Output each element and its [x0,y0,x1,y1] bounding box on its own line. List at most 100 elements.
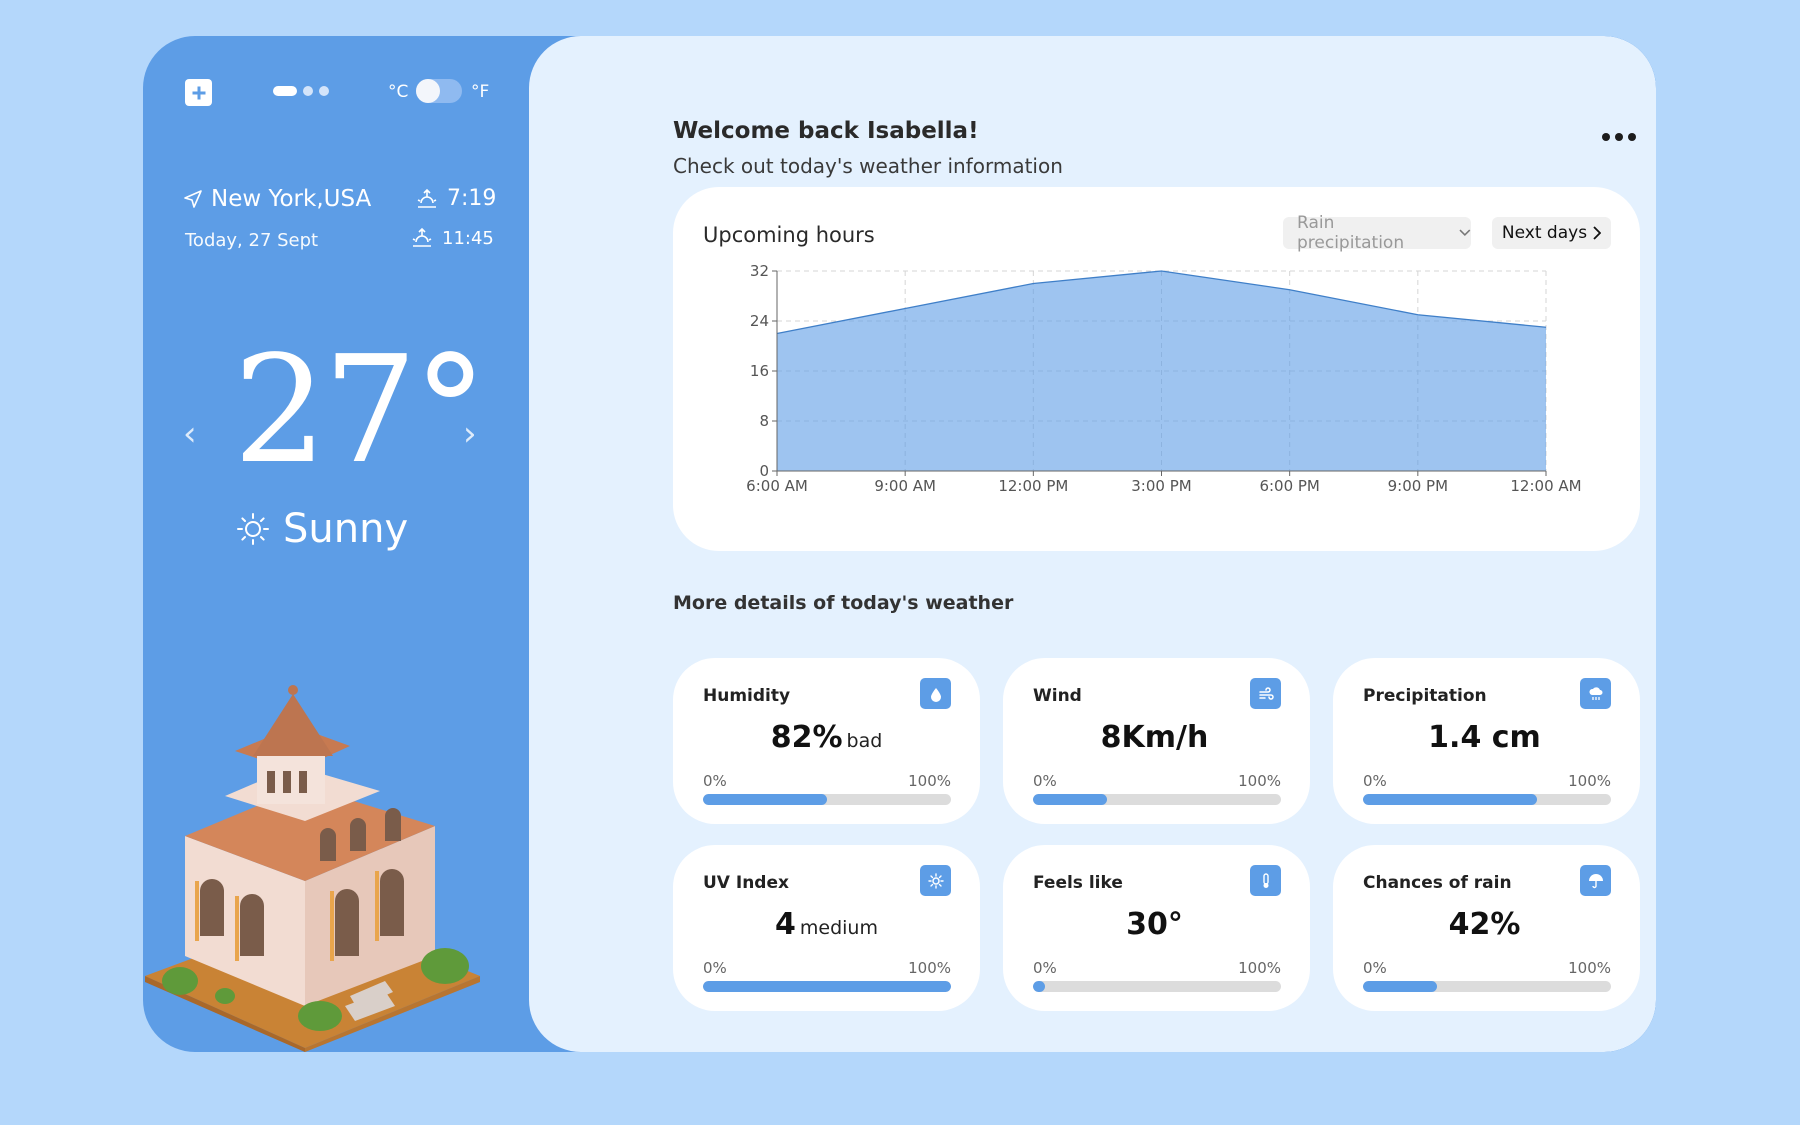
detail-card[interactable]: Chances of rain 42% 0% 100% [1333,845,1640,1011]
card-max-label: 100% [908,772,951,790]
details-title: More details of today's weather [673,592,1014,614]
sunset-icon [412,227,432,247]
sunset-time: 11:45 [442,227,494,249]
sunrise: 7:19 [415,186,496,211]
card-title: Chances of rain [1363,873,1512,893]
wind-icon [1250,678,1281,709]
page-dot-active[interactable] [273,86,297,96]
card-value-number: 1.4 cm [1428,720,1541,755]
detail-card[interactable]: Humidity 82% bad 0% 100% [673,658,980,824]
main-panel: Welcome back Isabella! Check out today's… [529,36,1656,1052]
card-progress-bar [1033,794,1281,805]
y-tick-label: 32 [750,262,769,280]
droplet-icon [920,678,951,709]
detail-card[interactable]: UV Index 4 medium 0% 100% [673,845,980,1011]
weather-app: °C °F New York,USA Today, 27 Sept 7:19 1… [143,36,1656,1052]
location-arrow-icon [184,190,202,208]
card-title: Precipitation [1363,686,1487,706]
previous-day-arrow-icon[interactable]: ‹ [183,414,197,454]
card-min-label: 0% [703,959,727,977]
card-title: Wind [1033,686,1082,706]
detail-card[interactable]: Feels like 30° 0% 100% [1003,845,1310,1011]
page-dot[interactable] [303,86,313,96]
sunrise-time: 7:19 [447,186,497,211]
fahrenheit-label: °F [471,82,490,102]
umbrella-icon [1580,865,1611,896]
card-min-label: 0% [1033,772,1057,790]
card-value: 30° [1003,907,1310,942]
add-location-button[interactable] [185,79,212,106]
card-max-label: 100% [1238,959,1281,977]
card-min-label: 0% [703,772,727,790]
card-value-number: 4 [775,907,796,942]
sunset: 11:45 [410,227,494,249]
card-title: Humidity [703,686,791,706]
card-max-label: 100% [908,959,951,977]
card-progress-fill [1363,981,1438,992]
weather-condition: Sunny [235,506,408,552]
current-temperature: 27° [233,324,487,496]
more-options-icon[interactable] [1602,133,1636,141]
location-label: New York,USA [211,186,372,212]
x-tick-label: 12:00 PM [998,477,1068,495]
x-tick-label: 9:00 PM [1388,477,1448,495]
y-tick-label: 16 [750,362,769,380]
sun-icon [920,865,951,896]
x-tick-label: 9:00 AM [874,477,936,495]
sidebar: °C °F New York,USA Today, 27 Sept 7:19 1… [143,36,543,1052]
card-value-suffix: bad [846,730,883,752]
page-indicator[interactable] [273,86,329,96]
card-value-number: 42% [1448,907,1521,942]
card-value: 42% [1333,907,1640,942]
card-value-number: 30° [1126,907,1183,942]
card-value-number: 82% [770,720,843,755]
condition-label: Sunny [283,506,409,552]
card-value: 1.4 cm [1333,720,1640,755]
card-value-number: 8Km/h [1100,720,1209,755]
card-progress-bar [1033,981,1281,992]
card-max-label: 100% [1568,959,1611,977]
x-tick-label: 6:00 PM [1259,477,1319,495]
house-illustration [145,685,480,1052]
card-value: 4 medium [673,907,980,942]
y-tick-label: 24 [750,312,769,330]
date-label: Today, 27 Sept [185,230,319,251]
x-tick-label: 6:00 AM [746,477,808,495]
location[interactable]: New York,USA [183,186,371,212]
card-title: Feels like [1033,873,1123,893]
sunrise-icon [417,188,437,208]
upcoming-hours-card: Upcoming hours Rain precipitation Next d… [673,187,1640,551]
y-tick-label: 8 [759,412,769,430]
card-max-label: 100% [1568,772,1611,790]
card-max-label: 100% [1238,772,1281,790]
card-progress-fill [703,981,951,992]
card-progress-bar [1363,981,1611,992]
card-progress-fill [1033,794,1108,805]
card-progress-bar [703,794,951,805]
detail-card[interactable]: Wind 8Km/h 0% 100% [1003,658,1310,824]
page-dot[interactable] [319,86,329,96]
card-progress-bar [703,981,951,992]
sun-icon [237,513,269,545]
greeting-title: Welcome back Isabella! [673,118,979,144]
card-value: 82% bad [673,720,980,755]
toggle-knob [416,79,440,103]
celsius-label: °C [388,82,409,102]
thermometer-icon [1250,865,1281,896]
card-progress-fill [1363,794,1537,805]
card-min-label: 0% [1363,772,1387,790]
card-title: UV Index [703,873,789,893]
unit-toggle[interactable] [416,79,462,103]
greeting-subtitle: Check out today's weather information [673,154,1063,178]
series-area [777,271,1546,471]
card-min-label: 0% [1363,959,1387,977]
x-tick-label: 3:00 PM [1131,477,1191,495]
card-min-label: 0% [1033,959,1057,977]
x-tick-label: 12:00 AM [1510,477,1581,495]
detail-card[interactable]: Precipitation 1.4 cm 0% 100% [1333,658,1640,824]
card-progress-fill [703,794,827,805]
cloud-rain-icon [1580,678,1611,709]
card-value: 8Km/h [1003,720,1310,755]
next-day-arrow-icon[interactable]: › [463,414,477,454]
precipitation-chart: 081624326:00 AM 9:00 AM 12:00 PM 3:00 PM 6:0… [746,262,1581,495]
